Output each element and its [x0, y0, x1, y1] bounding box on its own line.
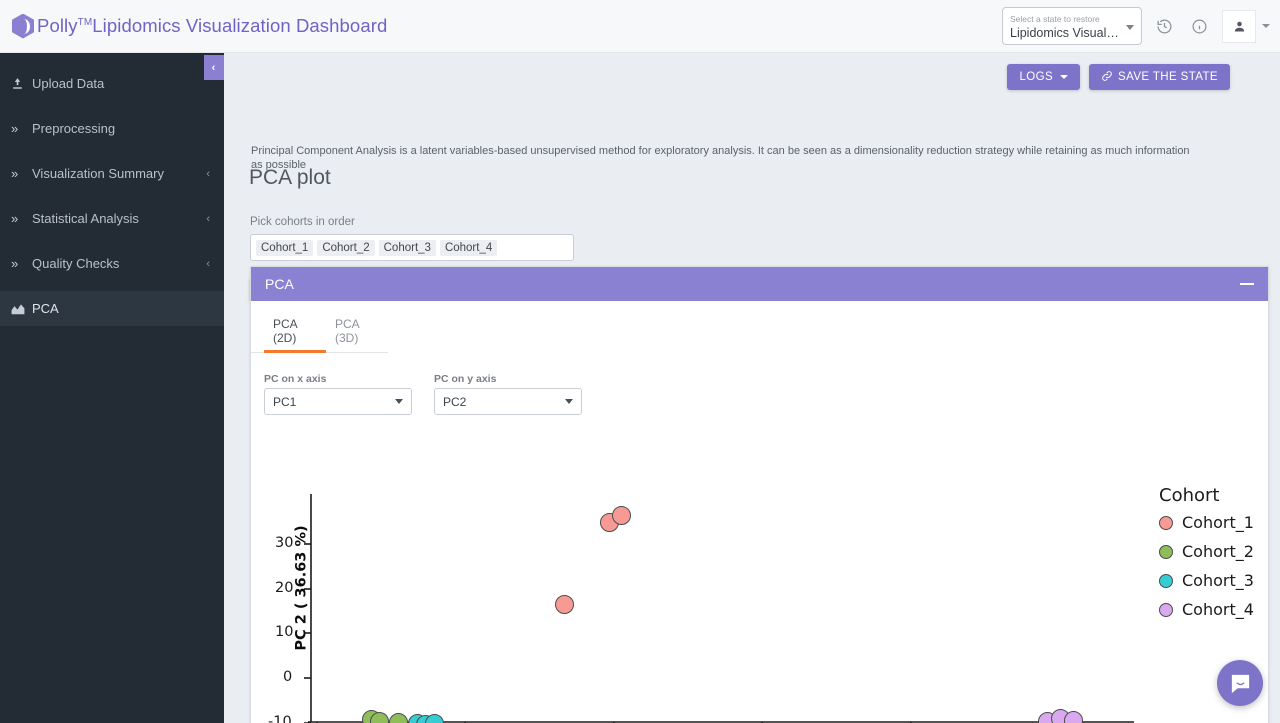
y-axis-label: PC 2 ( 36.63 %)	[293, 525, 310, 651]
logs-button-label: LOGS	[1019, 71, 1054, 83]
minimize-icon[interactable]	[1240, 283, 1254, 285]
sidebar-item-quality-checks[interactable]: » Quality Checks ‹	[0, 246, 224, 281]
sidebar-item-label: Upload Data	[32, 76, 105, 91]
double-chevron-right-icon: »	[11, 211, 19, 226]
legend-item[interactable]: Cohort_4	[1159, 595, 1254, 624]
legend-label: Cohort_3	[1182, 571, 1254, 590]
y-axis-field-label: PC on y axis	[434, 373, 497, 385]
cohort-picker-input[interactable]: Cohort_1 Cohort_2 Cohort_3 Cohort_4	[250, 234, 574, 261]
y-axis-select-value: PC2	[443, 394, 467, 409]
state-select-label: Select a state to restore	[1010, 14, 1100, 24]
x-axis-select-value: PC1	[273, 394, 297, 409]
chevron-left-icon: ‹	[206, 212, 210, 225]
legend-label: Cohort_4	[1182, 600, 1254, 619]
sidebar-item-label: PCA	[32, 301, 59, 316]
history-icon[interactable]	[1151, 13, 1177, 39]
state-select-value: Lipidomics Visualiza...	[1010, 26, 1121, 40]
legend-color-swatch	[1159, 602, 1173, 617]
sidebar-item-pca[interactable]: PCA	[0, 291, 224, 326]
pca-card-header: PCA	[251, 267, 1268, 301]
pca-card-title: PCA	[265, 276, 294, 292]
account-button[interactable]	[1222, 9, 1256, 43]
y-axis-select[interactable]: PC2	[434, 388, 582, 415]
sidebar-item-visualization-summary[interactable]: » Visualization Summary ‹	[0, 156, 224, 191]
sidebar-item-statistical-analysis[interactable]: » Statistical Analysis ‹	[0, 201, 224, 236]
action-bar: LOGS SAVE THE STATE	[1007, 64, 1230, 90]
cohort-chip[interactable]: Cohort_3	[378, 239, 436, 256]
chevron-down-icon	[565, 399, 573, 404]
app-header: PollyTMLipidomics Visualization Dashboar…	[0, 0, 1280, 53]
data-point[interactable]	[424, 714, 444, 723]
brand: PollyTMLipidomics Visualization Dashboar…	[0, 13, 387, 39]
sidebar-item-label: Statistical Analysis	[32, 211, 139, 226]
chevron-down-icon	[1060, 75, 1069, 79]
brand-suffix: Lipidomics Visualization Dashboard	[92, 15, 388, 36]
chat-bubble-icon[interactable]	[1217, 660, 1263, 706]
x-axis-select[interactable]: PC1	[264, 388, 412, 415]
y-tick-label: -10	[268, 714, 292, 723]
legend-color-swatch	[1159, 573, 1173, 588]
page-title-brand: PollyTMLipidomics Visualization Dashboar…	[37, 15, 387, 37]
legend-color-swatch	[1159, 515, 1173, 530]
y-tick-label: 30	[275, 535, 294, 551]
chevron-down-icon	[395, 399, 403, 404]
double-chevron-right-icon: »	[11, 256, 19, 271]
pca-tabs: PCA (2D) PCA (3D)	[251, 313, 388, 353]
chat-icon	[1231, 674, 1249, 693]
legend-item[interactable]: Cohort_3	[1159, 566, 1254, 595]
polly-logo-icon	[12, 13, 34, 39]
y-tick-label: 0	[283, 669, 293, 685]
y-tick-label: 10	[275, 624, 294, 640]
chevron-down-icon[interactable]	[1262, 24, 1270, 28]
chevron-left-icon: ‹	[206, 257, 210, 270]
legend-label: Cohort_2	[1182, 542, 1254, 561]
data-point[interactable]	[611, 506, 631, 526]
header-actions: Select a state to restore Lipidomics Vis…	[1002, 7, 1280, 45]
legend: Cohort Cohort_1 Cohort_2 Cohort_3 Cohort…	[1159, 485, 1254, 624]
legend-item[interactable]: Cohort_2	[1159, 537, 1254, 566]
link-icon	[1101, 70, 1113, 85]
pca-scatter-plot: PC 2 ( 36.63 %) PC 1 ( 42.54 %) 30 20 10…	[251, 472, 1270, 723]
chart-icon	[11, 303, 32, 315]
chevron-down-icon	[1126, 25, 1134, 30]
double-chevron-right-icon: »	[11, 166, 19, 181]
page-title: PCA plot	[249, 166, 331, 189]
tab-pca-3d[interactable]: PCA (3D)	[326, 313, 388, 352]
sidebar-item-label: Visualization Summary	[32, 166, 164, 181]
cohort-chip[interactable]: Cohort_1	[256, 239, 314, 256]
legend-title: Cohort	[1159, 485, 1220, 506]
sidebar: ‹ › Upload Data » Preprocessing » Visual…	[0, 53, 242, 723]
brand-name: Polly	[37, 15, 78, 36]
cohort-chip[interactable]: Cohort_2	[317, 239, 375, 256]
upload-icon	[11, 77, 32, 90]
x-axis-field-label: PC on x axis	[264, 373, 327, 385]
main-content: LOGS SAVE THE STATE Principal Component …	[224, 53, 1280, 723]
sidebar-item-upload-data[interactable]: Upload Data	[0, 66, 224, 101]
sidebar-item-label: Quality Checks	[32, 256, 120, 271]
cohort-picker-label: Pick cohorts in order	[250, 216, 355, 228]
legend-label: Cohort_1	[1182, 513, 1254, 532]
save-state-button-label: SAVE THE STATE	[1118, 71, 1218, 83]
legend-color-swatch	[1159, 544, 1173, 559]
cohort-chip[interactable]: Cohort_4	[439, 239, 498, 256]
chevron-left-icon: ‹	[206, 167, 210, 180]
y-tick-label: 20	[275, 580, 294, 596]
logs-button[interactable]: LOGS	[1007, 64, 1081, 90]
person-icon	[1234, 21, 1244, 31]
sidebar-item-label: Preprocessing	[32, 121, 116, 136]
double-chevron-right-icon: »	[11, 121, 19, 136]
brand-tm: TM	[77, 16, 93, 28]
save-state-button[interactable]: SAVE THE STATE	[1089, 64, 1230, 90]
state-restore-select[interactable]: Select a state to restore Lipidomics Vis…	[1002, 7, 1142, 45]
sidebar-item-preprocessing[interactable]: » Preprocessing	[0, 111, 224, 146]
legend-item[interactable]: Cohort_1	[1159, 508, 1254, 537]
tab-pca-2d[interactable]: PCA (2D)	[264, 313, 326, 352]
pca-description: Principal Component Analysis is a latent…	[251, 145, 1190, 171]
plot-axes	[304, 494, 1134, 723]
pca-card: PCA PCA (2D) PCA (3D) PC on x axis PC1 P…	[250, 266, 1269, 723]
info-icon[interactable]	[1186, 13, 1212, 39]
